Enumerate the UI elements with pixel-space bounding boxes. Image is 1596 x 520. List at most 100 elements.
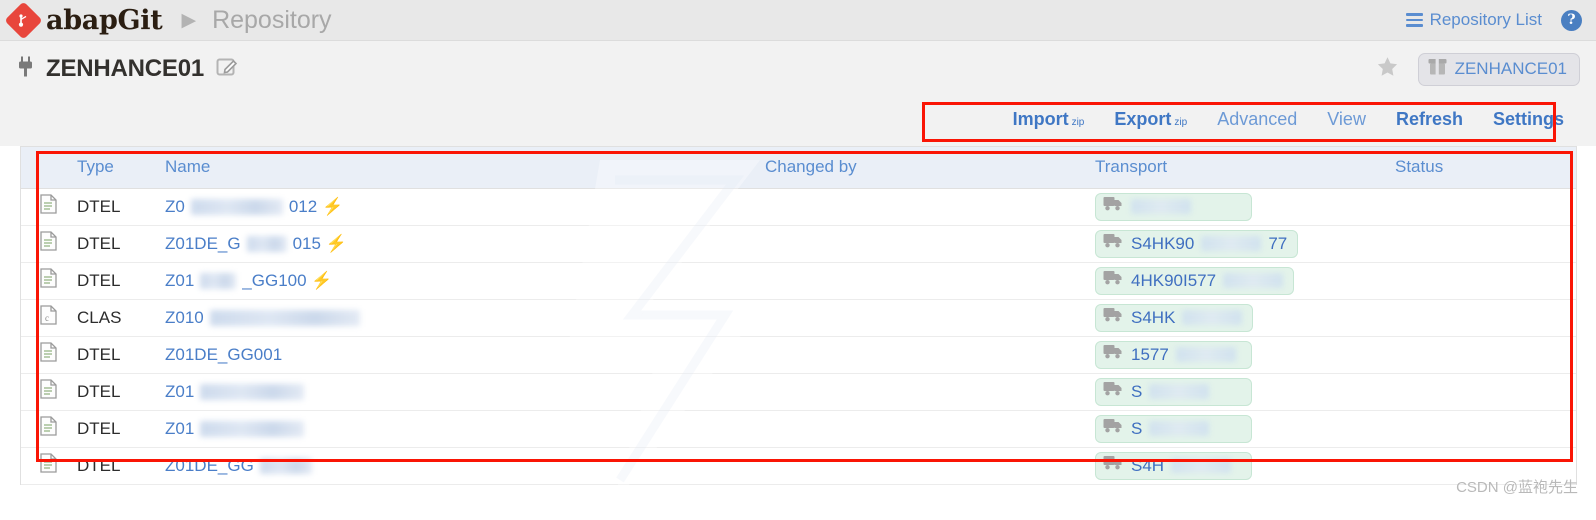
object-name-link[interactable]: Z01_GG100: [165, 271, 307, 291]
file-icon: [21, 373, 67, 410]
cell-changed-by: [755, 410, 1085, 447]
cell-name[interactable]: Z0012 ⚡: [155, 188, 755, 225]
transport-label-tail: 77: [1268, 234, 1287, 254]
object-name-link[interactable]: Z01: [165, 419, 304, 439]
transport-label: S4HK90: [1131, 234, 1194, 254]
column-header-changed-by[interactable]: Changed by: [755, 147, 1085, 188]
redaction-mask: [247, 236, 287, 252]
repository-objects-table-container: Type Name Changed by Transport Status DT…: [20, 146, 1577, 485]
redaction-mask: [1149, 384, 1209, 399]
transport-label: 1577: [1131, 345, 1169, 365]
table-row[interactable]: DTEL Z01DE_GG S4H: [21, 447, 1576, 484]
repository-list-link[interactable]: Repository List: [1406, 10, 1542, 30]
column-header-status[interactable]: Status: [1385, 147, 1576, 188]
object-name-text: Z01DE_GG001: [165, 345, 282, 365]
edit-icon[interactable]: [216, 56, 238, 83]
object-name-link[interactable]: Z01: [165, 382, 304, 402]
table-head: Type Name Changed by Transport Status: [21, 147, 1576, 188]
redaction-mask: [1176, 347, 1236, 362]
truck-icon: [1103, 418, 1124, 439]
transport-pill[interactable]: [1095, 193, 1252, 221]
hamburger-icon: [1406, 13, 1423, 26]
cell-changed-by: [755, 262, 1085, 299]
cell-type: DTEL: [67, 373, 155, 410]
table-row[interactable]: DTELZ01S: [21, 410, 1576, 447]
cell-transport[interactable]: S: [1085, 373, 1385, 410]
cell-name[interactable]: Z01DE_G015 ⚡: [155, 225, 755, 262]
cell-transport[interactable]: S: [1085, 410, 1385, 447]
table-row[interactable]: DTELZ01DE_GG0011577: [21, 336, 1576, 373]
transport-label: S4HK: [1131, 308, 1175, 328]
cell-transport[interactable]: S4H: [1085, 447, 1385, 484]
redaction-mask: [1171, 458, 1231, 473]
file-icon: [21, 225, 67, 262]
cell-name[interactable]: Z01: [155, 410, 755, 447]
cell-transport[interactable]: S4HK: [1085, 299, 1385, 336]
cell-name[interactable]: Z01_GG100 ⚡: [155, 262, 755, 299]
transport-label: S: [1131, 419, 1142, 439]
top-header-bar: abapGit ▶ Repository Repository List ?: [0, 0, 1596, 41]
cell-transport[interactable]: 1577: [1085, 336, 1385, 373]
star-icon[interactable]: [1375, 55, 1400, 84]
transport-pill[interactable]: S: [1095, 378, 1252, 406]
package-pill-button[interactable]: ZENHANCE01: [1418, 53, 1580, 86]
table-row[interactable]: DTELZ01DE_G015 ⚡S4HK9077: [21, 225, 1576, 262]
column-header-type[interactable]: Type: [67, 147, 155, 188]
cell-transport[interactable]: 4HK90I577: [1085, 262, 1385, 299]
redaction-mask: [200, 384, 304, 400]
object-name-link[interactable]: Z01DE_GG: [165, 456, 312, 476]
object-name-link[interactable]: Z010: [165, 308, 360, 328]
column-header-name[interactable]: Name: [155, 147, 755, 188]
cell-changed-by: [755, 447, 1085, 484]
cell-type: DTEL: [67, 447, 155, 484]
transport-pill[interactable]: S4HK90 77: [1095, 230, 1298, 258]
cell-name[interactable]: Z01DE_GG001: [155, 336, 755, 373]
cell-status: [1385, 336, 1576, 373]
lightning-bolt-icon: ⚡: [321, 234, 347, 253]
toolbar-item-advanced[interactable]: Advanced: [1202, 109, 1312, 130]
cell-name[interactable]: Z010: [155, 299, 755, 336]
object-name-link[interactable]: Z01DE_GG001: [165, 345, 282, 365]
cell-transport[interactable]: [1085, 188, 1385, 225]
transport-pill[interactable]: 1577: [1095, 341, 1252, 369]
cell-name[interactable]: Z01DE_GG: [155, 447, 755, 484]
table-row[interactable]: cCLASZ010S4HK: [21, 299, 1576, 336]
toolbar-item-import[interactable]: Importzip: [998, 109, 1100, 130]
cell-changed-by: [755, 225, 1085, 262]
toolbar-item-refresh[interactable]: Refresh: [1381, 109, 1478, 130]
toolbar-item-export[interactable]: Exportzip: [1099, 109, 1202, 130]
header-actions: Repository List ?: [1406, 10, 1582, 31]
cell-status: [1385, 188, 1576, 225]
toolbar-zone: Importzip Exportzip Advanced View Refres…: [0, 97, 1596, 146]
lightning-bolt-icon: ⚡: [317, 197, 343, 216]
toolbar-sup-export: zip: [1174, 117, 1187, 128]
file-icon: [21, 447, 67, 484]
repository-identity: ZENHANCE01: [17, 55, 238, 83]
brand-group[interactable]: abapGit ▶ Repository: [10, 7, 332, 34]
brand-name: abapGit: [46, 7, 162, 34]
object-name-link[interactable]: Z01DE_G015: [165, 234, 321, 254]
object-name-text: Z01: [165, 382, 194, 402]
help-icon[interactable]: ?: [1561, 10, 1582, 31]
cell-transport[interactable]: S4HK90 77: [1085, 225, 1385, 262]
truck-icon: [1103, 381, 1124, 402]
toolbar-label-refresh: Refresh: [1396, 109, 1463, 130]
redaction-mask: [200, 421, 304, 437]
column-header-transport[interactable]: Transport: [1085, 147, 1385, 188]
cell-changed-by: [755, 188, 1085, 225]
truck-icon: [1103, 455, 1124, 476]
table-row[interactable]: DTEL Z01 S: [21, 373, 1576, 410]
toolbar-item-settings[interactable]: Settings: [1478, 109, 1579, 130]
toolbar-item-view[interactable]: View: [1312, 109, 1381, 130]
toolbar-label-import: Import: [1013, 109, 1069, 130]
object-name-link[interactable]: Z0012: [165, 197, 317, 217]
table-body: DTELZ0012 ⚡DTELZ01DE_G015 ⚡S4HK9077DTELZ…: [21, 188, 1576, 484]
transport-label: 4HK90I577: [1131, 271, 1216, 291]
transport-pill[interactable]: 4HK90I577: [1095, 267, 1294, 295]
table-row[interactable]: DTELZ0012 ⚡: [21, 188, 1576, 225]
cell-name[interactable]: Z01: [155, 373, 755, 410]
table-row[interactable]: DTELZ01_GG100 ⚡4HK90I577: [21, 262, 1576, 299]
transport-pill[interactable]: S4HK: [1095, 304, 1253, 332]
transport-pill[interactable]: S: [1095, 415, 1252, 443]
transport-pill[interactable]: S4H: [1095, 452, 1252, 480]
